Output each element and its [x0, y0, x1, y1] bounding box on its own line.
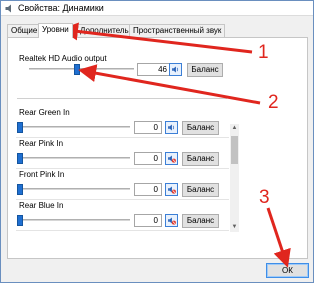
output-volume-track — [29, 68, 134, 70]
input-balance-button[interactable]: Баланс — [182, 121, 219, 135]
title-bar: Свойства: Динамики — [1, 1, 313, 16]
input-device-name: Front Pink In — [19, 170, 65, 179]
output-speaker-icon[interactable] — [169, 63, 182, 76]
input-balance-button[interactable]: Баланс — [182, 152, 219, 166]
annotation-label-3: 3 — [259, 187, 270, 208]
output-balance-button[interactable]: Баланс — [187, 63, 223, 77]
input-volume-value[interactable]: 0 — [134, 121, 162, 134]
muted-speaker-icon[interactable] — [165, 152, 178, 165]
annotation-label-2: 2 — [268, 92, 279, 113]
input-volume-slider-thumb[interactable] — [17, 184, 23, 195]
list-scrollbar[interactable]: ▲ ▼ — [230, 124, 239, 232]
input-volume-track — [18, 157, 130, 159]
input-device-name: Rear Blue In — [19, 201, 64, 210]
input-volume-track — [18, 188, 130, 190]
input-row-front-pink: Front Pink In 0 Баланс — [16, 169, 229, 200]
tab-spatial-sound[interactable]: Пространственный звук — [129, 24, 226, 37]
input-devices-list: Rear Green In 0 Баланс Rear Pink In 0 Ба — [16, 107, 229, 233]
input-volume-value[interactable]: 0 — [134, 214, 162, 227]
section-divider — [17, 98, 227, 99]
input-volume-track — [18, 126, 130, 128]
input-volume-value[interactable]: 0 — [134, 152, 162, 165]
input-row-rear-green: Rear Green In 0 Баланс — [16, 107, 229, 138]
muted-speaker-icon[interactable] — [165, 183, 178, 196]
input-device-name: Rear Pink In — [19, 139, 64, 148]
input-row-rear-pink: Rear Pink In 0 Баланс — [16, 138, 229, 169]
muted-speaker-icon[interactable] — [165, 214, 178, 227]
annotation-label-1: 1 — [258, 42, 269, 63]
output-device-name: Realtek HD Audio output — [19, 54, 107, 63]
input-volume-slider-thumb[interactable] — [17, 215, 23, 226]
scroll-up-arrow-icon[interactable]: ▲ — [230, 124, 239, 133]
input-volume-slider-thumb[interactable] — [17, 153, 23, 164]
scroll-down-arrow-icon[interactable]: ▼ — [230, 223, 239, 232]
input-device-name: Rear Green In — [19, 108, 70, 117]
input-volume-value[interactable]: 0 — [134, 183, 162, 196]
input-row-rear-blue: Rear Blue In 0 Баланс — [16, 200, 229, 231]
scrollbar-thumb[interactable] — [231, 136, 238, 164]
input-volume-track — [18, 219, 130, 221]
input-volume-slider-thumb[interactable] — [17, 122, 23, 133]
input-balance-button[interactable]: Баланс — [182, 183, 219, 197]
microphone-icon[interactable] — [165, 121, 178, 134]
speaker-icon — [5, 4, 11, 13]
output-volume-value[interactable]: 46 — [137, 63, 171, 76]
window-title: Свойства: Динамики — [18, 3, 104, 13]
tab-levels[interactable]: Уровни — [38, 23, 73, 38]
tab-general[interactable]: Общие — [7, 24, 42, 37]
output-volume-slider-thumb[interactable] — [74, 64, 81, 75]
ok-button[interactable]: ОК — [266, 263, 309, 278]
input-balance-button[interactable]: Баланс — [182, 214, 219, 228]
